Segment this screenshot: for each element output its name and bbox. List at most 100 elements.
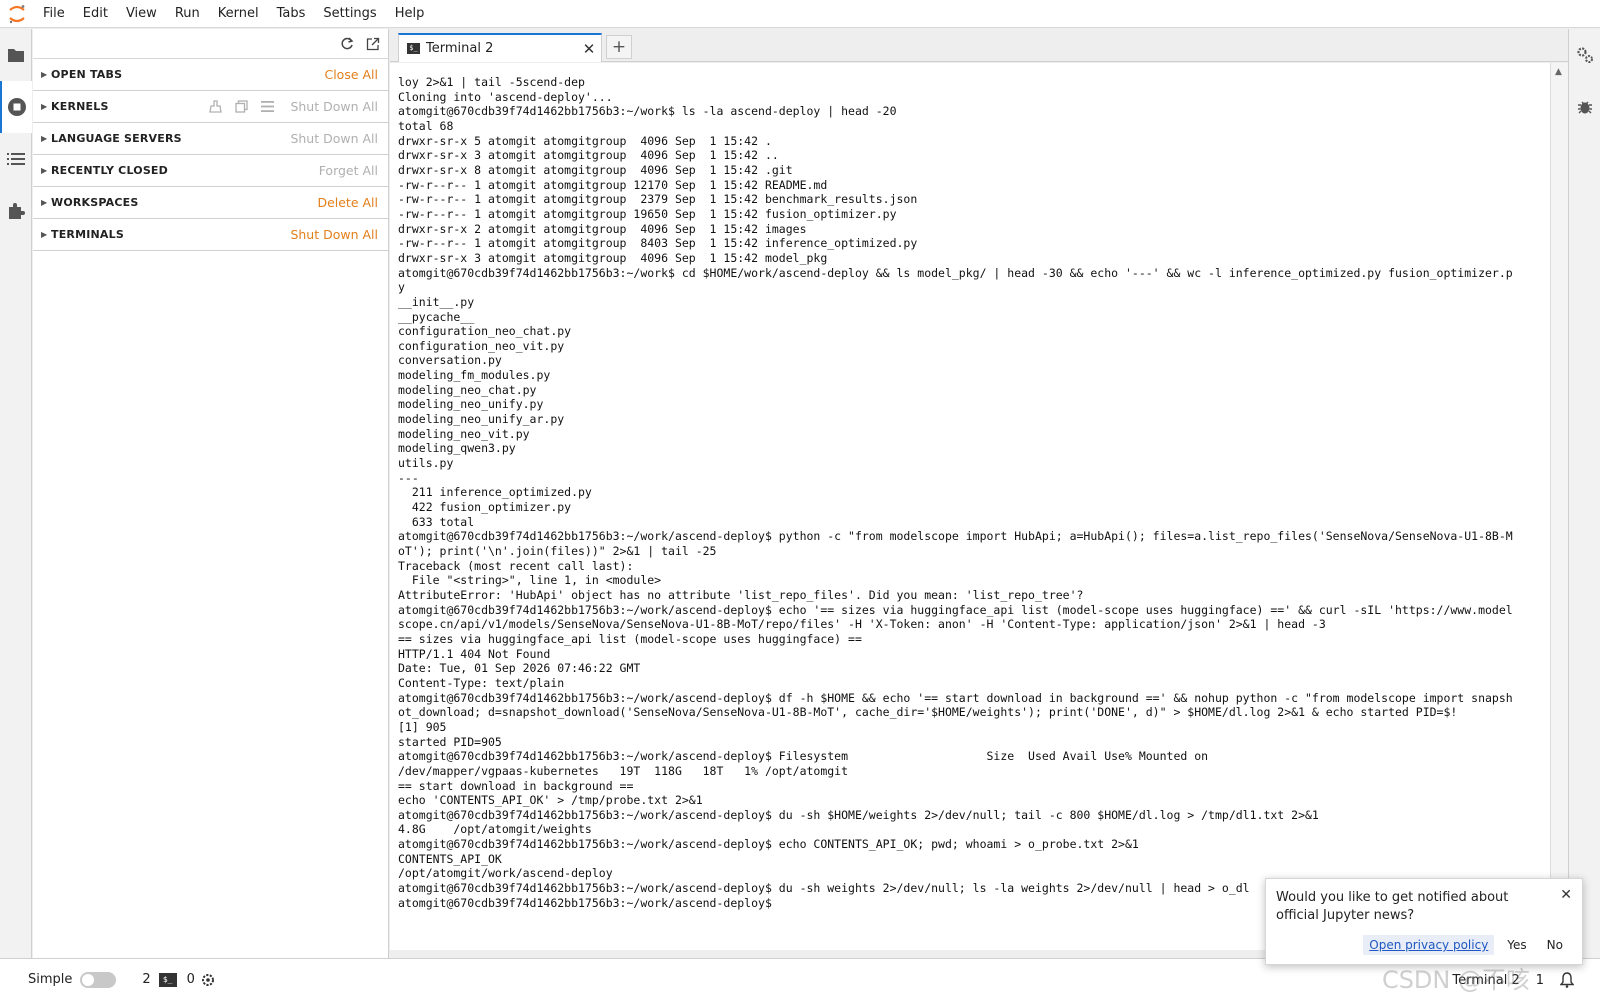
menu-kernel[interactable]: Kernel (209, 0, 268, 28)
extension-manager-button[interactable] (0, 185, 32, 237)
section-action-button[interactable]: Shut Down All (290, 99, 378, 114)
chevron-right-icon[interactable]: ▶ (41, 102, 51, 111)
terminal-line: atomgit@670cdb39f74d1462bb1756b3:~/work/… (398, 807, 1319, 822)
file-browser-button[interactable] (0, 29, 32, 81)
terminal-line: --- (398, 470, 419, 485)
menu-tabs[interactable]: Tabs (268, 0, 315, 28)
yes-button[interactable]: Yes (1500, 935, 1533, 955)
terminal-line: ot_download; d=snapshot_download('SenseN… (398, 705, 1458, 720)
news-notification-toast: Would you like to get notified about off… (1265, 878, 1583, 965)
stop-circle-icon (8, 98, 26, 116)
chevron-right-icon[interactable]: ▶ (41, 134, 51, 143)
folder-icon (8, 49, 24, 62)
terminal-line: HTTP/1.1 404 Not Found (398, 646, 551, 661)
chevron-right-icon[interactable]: ▶ (41, 198, 51, 207)
refresh-icon[interactable] (340, 36, 354, 51)
terminal-line: AttributeError: 'HubApi' object has no a… (398, 587, 1084, 602)
no-button[interactable]: No (1540, 935, 1570, 955)
terminal-line: Date: Tue, 01 Sep 2026 07:46:22 GMT (398, 661, 641, 676)
open-external-icon[interactable] (366, 37, 380, 51)
terminal-line: [1] 905 (398, 719, 447, 734)
menu-settings[interactable]: Settings (314, 0, 385, 28)
section-language-servers[interactable]: ▶ LANGUAGE SERVERS Shut Down All (33, 123, 388, 155)
toast-actions: Open privacy policy Yes No (1363, 935, 1570, 955)
left-activity-bar (0, 29, 32, 972)
debugger-button[interactable] (1569, 81, 1600, 133)
terminal-line: __init__.py (398, 294, 475, 309)
chevron-right-icon[interactable]: ▶ (41, 70, 51, 79)
terminal-line: Cloning into 'ascend-deploy'... (398, 89, 613, 104)
kernel-tools (209, 100, 275, 113)
terminal-line: 211 inference_optimized.py (398, 485, 592, 500)
section-kernels[interactable]: ▶ KERNELS Shut Down All (33, 91, 388, 123)
terminal-line: total 68 (398, 118, 454, 133)
section-title: KERNELS (51, 100, 109, 113)
terminal-line: -rw-r--r-- 1 atomgit atomgitgroup 8403 S… (398, 236, 918, 251)
tab-label: Terminal 2 (426, 41, 494, 56)
list-icon (7, 153, 25, 165)
terminal-icon: $_ (158, 972, 177, 987)
terminal-line: loy 2>&1 | tail -5scend-dep (398, 75, 585, 89)
section-open-tabs[interactable]: ▶ OPEN TABS Close All (33, 59, 388, 91)
terminal-icon: $_ (407, 43, 420, 54)
terminals-count[interactable]: 2 (142, 972, 150, 987)
close-icon[interactable]: ✕ (1560, 887, 1572, 903)
section-action-button[interactable]: Close All (324, 67, 378, 82)
terminal-line: CONTENTS_API_OK (398, 851, 502, 866)
running-sessions-panel: ▶ OPEN TABS Close All ▶ KERNELS Shut Down All… (33, 29, 389, 972)
menu-view[interactable]: View (117, 0, 166, 28)
close-icon[interactable]: ✕ (577, 40, 601, 58)
section-title: OPEN TABS (51, 68, 123, 81)
bell-icon[interactable] (1560, 972, 1574, 988)
broom-icon[interactable] (209, 100, 223, 113)
privacy-policy-link[interactable]: Open privacy policy (1363, 935, 1495, 955)
menu-help[interactable]: Help (386, 0, 434, 28)
section-recently-closed[interactable]: ▶ RECENTLY CLOSED Forget All (33, 155, 388, 187)
property-inspector-button[interactable] (1569, 29, 1600, 81)
terminal-line: 4.8G /opt/atomgit/weights (398, 822, 592, 837)
section-action-button[interactable]: Shut Down All (290, 131, 378, 146)
terminal-line: started PID=905 (398, 734, 502, 749)
terminal-line: modeling_qwen3.py (398, 441, 516, 456)
terminal-scrollbar[interactable]: ▲ (1550, 63, 1568, 950)
section-title: LANGUAGE SERVERS (51, 132, 182, 145)
new-tab-button[interactable]: + (606, 35, 632, 59)
terminal-line: atomgit@670cdb39f74d1462bb1756b3:~/work/… (398, 602, 1513, 617)
terminal-line: -rw-r--r-- 1 atomgit atomgitgroup 19650 … (398, 206, 897, 221)
toast-message: Would you like to get notified about off… (1276, 890, 1509, 923)
chevron-right-icon[interactable]: ▶ (41, 230, 51, 239)
terminal-line: __pycache__ (398, 309, 475, 324)
terminal-line: atomgit@670cdb39f74d1462bb1756b3:~/work/… (398, 837, 1139, 852)
watermark: CSDN @不咳 (1381, 966, 1530, 994)
section-action-button[interactable]: Delete All (317, 195, 378, 210)
terminal-line: atomgit@670cdb39f74d1462bb1756b3:~/work$… (398, 265, 1513, 280)
menu-run[interactable]: Run (166, 0, 209, 28)
notifications-count[interactable]: 1 (1536, 973, 1544, 988)
terminal-line: 422 fusion_optimizer.py (398, 500, 572, 515)
running-sessions-button[interactable] (0, 81, 32, 133)
menu-icon[interactable] (261, 101, 275, 112)
table-of-contents-button[interactable] (0, 133, 32, 185)
section-action-button[interactable]: Shut Down All (290, 227, 378, 242)
scroll-up-arrow-icon[interactable]: ▲ (1555, 67, 1562, 77)
terminal-line: modeling_neo_chat.py (398, 382, 537, 397)
terminal-line: oT'); print('\n'.join(files))" 2>&1 | ta… (398, 544, 717, 558)
section-workspaces[interactable]: ▶ WORKSPACES Delete All (33, 187, 388, 219)
menu-file[interactable]: File (34, 0, 74, 28)
kernels-count[interactable]: 0 (187, 972, 195, 987)
simple-mode-toggle[interactable] (80, 971, 117, 988)
chevron-right-icon[interactable]: ▶ (41, 166, 51, 175)
tab-terminal-2[interactable]: $_ Terminal 2 ✕ (398, 33, 602, 62)
section-terminals[interactable]: ▶ TERMINALS Shut Down All (33, 219, 388, 251)
terminal-line: atomgit@670cdb39f74d1462bb1756b3:~/work/… (398, 749, 1209, 764)
terminal-output[interactable]: loy 2>&1 | tail -5scend-dep Cloning into … (390, 63, 1550, 950)
terminal-line: configuration_neo_chat.py (398, 324, 572, 339)
section-title: TERMINALS (51, 228, 124, 241)
menu-edit[interactable]: Edit (74, 0, 117, 28)
section-action-button[interactable]: Forget All (319, 163, 378, 178)
terminal-line: Traceback (most recent call last): (398, 558, 634, 573)
terminal-line: 633 total (398, 514, 475, 529)
gears-icon (1577, 47, 1593, 63)
copy-icon[interactable] (235, 100, 249, 113)
right-activity-bar (1568, 29, 1600, 972)
